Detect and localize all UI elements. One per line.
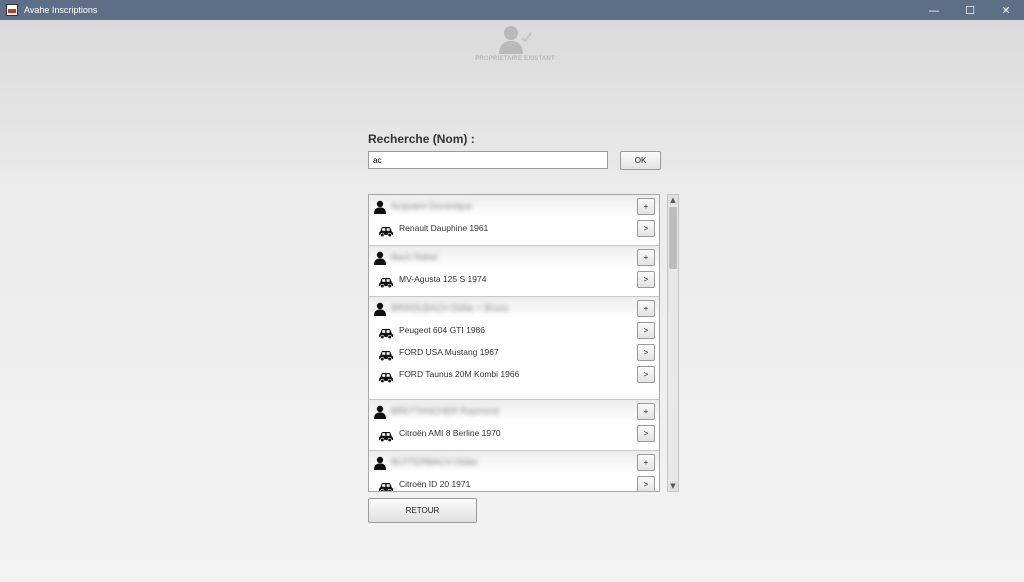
maximize-button[interactable]: ☐ (952, 0, 988, 20)
existing-owner-label: PROPRIETAIRE EXISTANT (475, 56, 555, 62)
owner-name: Acquaire Dominique (391, 201, 473, 211)
car-name: Renault Dauphine 1961 (399, 223, 489, 233)
car-name: FORD Taunus 20M Kombi 1966 (399, 369, 520, 379)
add-car-button[interactable]: + (637, 403, 655, 420)
existing-owner-header: PROPRIETAIRE EXISTANT (460, 24, 570, 66)
owner-name: BRETTANCHER Raymond (391, 406, 499, 416)
owner-group: BRINSLBACH Didier + Bruno + Peugeot 604 GT… (369, 297, 659, 400)
owner-name: Bach Rahel (391, 252, 438, 262)
open-car-button[interactable]: > (637, 366, 655, 383)
title-bar: Avahe Inscriptions — ☐ ✕ (0, 0, 1024, 20)
scroll-thumb[interactable] (669, 207, 677, 269)
car-row: Peugeot 604 GTI 1986 > (369, 319, 659, 341)
car-icon (378, 222, 394, 238)
open-car-button[interactable]: > (637, 344, 655, 361)
car-icon (378, 478, 394, 491)
car-name: Citroën AMI 8 Berline 1970 (399, 428, 501, 438)
car-row: MV-Agusta 125 S 1974 > (369, 268, 659, 290)
person-icon (373, 404, 387, 419)
scroll-down-arrow[interactable]: ▼ (668, 481, 678, 491)
app-icon (6, 4, 18, 16)
open-car-button[interactable]: > (637, 476, 655, 491)
owner-group: BRETTANCHER Raymond + Citroën AMI 8 Berlin… (369, 400, 659, 451)
car-row: Citroën AMI 8 Berline 1970 > (369, 422, 659, 444)
car-row: Citroën ID 20 1971 > (369, 473, 659, 491)
close-button[interactable]: ✕ (988, 0, 1024, 20)
owner-name: BUTTERBACH Didier (391, 457, 479, 467)
car-name: MV-Agusta 125 S 1974 (399, 274, 487, 284)
person-icon (373, 455, 387, 470)
person-check-icon (499, 26, 532, 54)
owner-row: BUTTERBACH Didier + (369, 451, 659, 473)
car-icon (378, 324, 394, 340)
main-panel: PROPRIETAIRE EXISTANT Recherche (Nom) : … (0, 20, 1024, 582)
owner-row: BRETTANCHER Raymond + (369, 400, 659, 422)
results-list: Acquaire Dominique + Renault Dauphine 1961… (368, 194, 660, 492)
owner-row: BRINSLBACH Didier + Bruno + (369, 297, 659, 319)
owner-row: Bach Rahel + (369, 246, 659, 268)
car-name: Peugeot 604 GTI 1986 (399, 325, 486, 335)
open-car-button[interactable]: > (637, 271, 655, 288)
results-scrollbar[interactable]: ▲ ▼ (667, 194, 679, 492)
add-car-button[interactable]: + (637, 198, 655, 215)
minimize-button[interactable]: — (916, 0, 952, 20)
open-car-button[interactable]: > (637, 220, 655, 237)
search-label: Recherche (Nom) : (368, 132, 475, 146)
window-controls: — ☐ ✕ (916, 0, 1024, 20)
add-car-button[interactable]: + (637, 249, 655, 266)
open-car-button[interactable]: > (637, 322, 655, 339)
owner-row: Acquaire Dominique + (369, 195, 659, 217)
scroll-up-arrow[interactable]: ▲ (668, 195, 678, 205)
person-icon (373, 199, 387, 214)
car-row: Renault Dauphine 1961 > (369, 217, 659, 239)
car-name: Citroën ID 20 1971 (399, 479, 471, 489)
add-car-button[interactable]: + (637, 454, 655, 471)
open-car-button[interactable]: > (637, 425, 655, 442)
owner-name: BRINSLBACH Didier + Bruno (391, 303, 509, 313)
car-name: FORD USA Mustang 1967 (399, 347, 499, 357)
owner-group: BUTTERBACH Didier + Citroën ID 20 1971 > (369, 451, 659, 491)
person-icon (373, 301, 387, 316)
ok-button[interactable]: OK (620, 151, 661, 170)
window-title: Avahe Inscriptions (24, 5, 98, 15)
car-icon (378, 346, 394, 362)
owner-group: Bach Rahel + MV-Agusta 125 S 1974 > (369, 246, 659, 297)
person-icon (373, 250, 387, 265)
add-car-button[interactable]: + (637, 300, 655, 317)
owner-group: Acquaire Dominique + Renault Dauphine 1961… (369, 195, 659, 246)
car-icon (378, 273, 394, 289)
back-button[interactable]: RETOUR (368, 498, 477, 523)
car-icon (378, 368, 394, 384)
search-input[interactable] (368, 151, 608, 169)
car-row: FORD USA Mustang 1967 > (369, 341, 659, 363)
car-icon (378, 427, 394, 443)
car-row: FORD Taunus 20M Kombi 1966 > (369, 363, 659, 385)
